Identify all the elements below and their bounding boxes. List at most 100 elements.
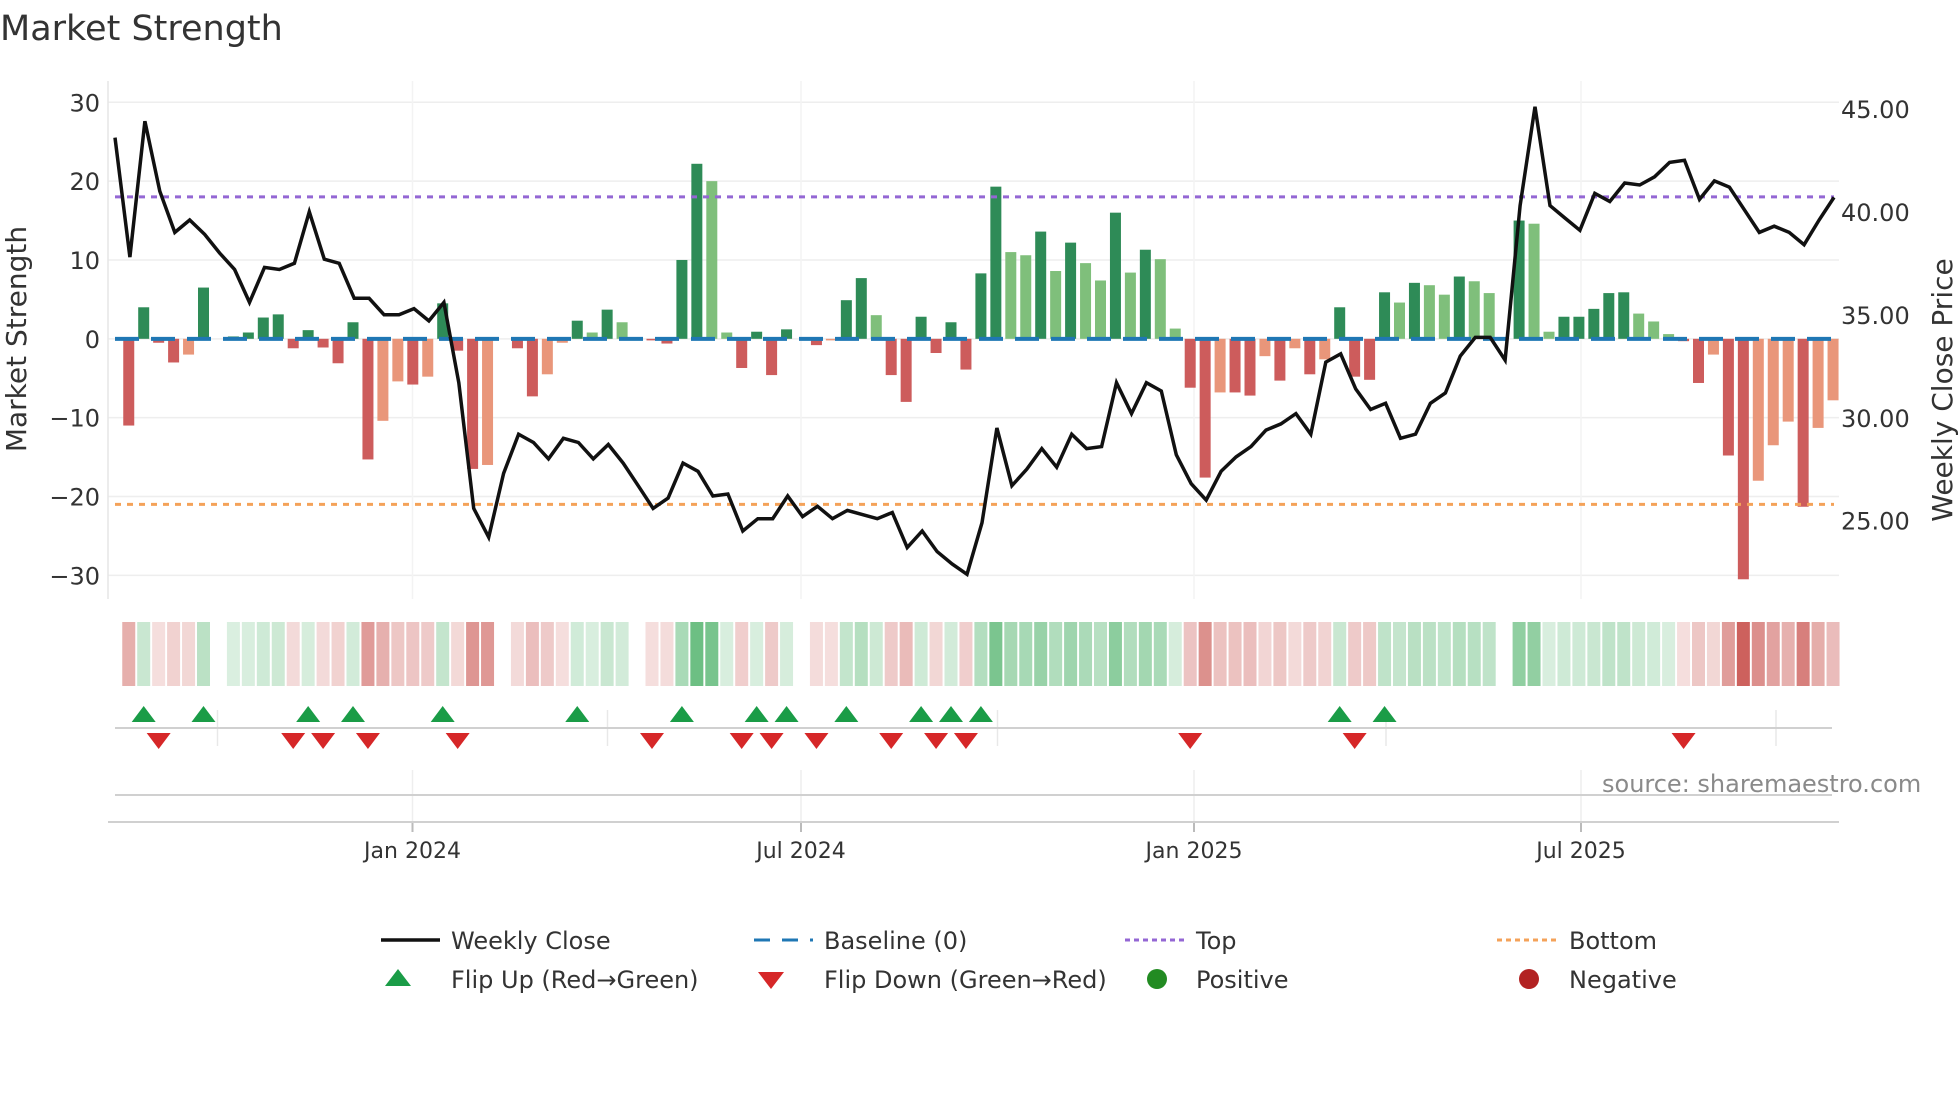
x-axis-ticks: Jan 2024 Jul 2024 Jan 2025 Jul 2025 — [362, 839, 1626, 864]
legend-positive: Positive — [1196, 966, 1289, 994]
heat-cell — [1602, 622, 1616, 686]
strength-bar — [1707, 338, 1719, 355]
strength-bar — [1244, 338, 1256, 396]
strength-bar — [855, 278, 867, 339]
strength-bar — [1782, 338, 1794, 422]
ytick-label: 0 — [85, 326, 100, 354]
flip-up-marker — [968, 706, 993, 722]
heat-cell — [1213, 622, 1227, 686]
heat-cell — [765, 622, 779, 686]
market-strength-chart: Market Strength 30 20 10 0 −10 −20 −30 4… — [0, 9, 1959, 994]
strength-bar — [1438, 294, 1450, 339]
strength-bar — [930, 338, 942, 354]
heat-cell — [1692, 622, 1705, 686]
heat-cell — [1258, 622, 1272, 686]
strength-bar — [1737, 338, 1749, 580]
heat-cell — [436, 622, 450, 686]
heat-cell — [182, 622, 196, 686]
strength-bar — [736, 338, 748, 368]
heat-cell — [1348, 622, 1362, 686]
heat-cell — [1647, 622, 1661, 686]
strength-bar — [571, 320, 583, 339]
strength-bar — [1812, 338, 1824, 428]
heat-cell — [1049, 622, 1063, 686]
strength-bar — [766, 338, 778, 376]
heat-cell — [1363, 622, 1377, 686]
heat-cell — [1826, 622, 1840, 686]
heat-cell — [1064, 622, 1078, 686]
heat-cell — [1766, 622, 1780, 686]
flip-down-marker — [804, 733, 829, 749]
heat-cell — [1527, 622, 1541, 686]
heat-cell — [540, 622, 554, 686]
heat-cell — [839, 622, 853, 686]
heat-cell — [884, 622, 898, 686]
heat-cell — [1034, 622, 1048, 686]
strength-bar — [467, 338, 479, 469]
heat-cell — [690, 622, 704, 686]
heat-cell — [301, 622, 315, 686]
heat-cell — [1138, 622, 1152, 686]
flip-down-marker — [640, 733, 664, 749]
heat-cell — [1706, 622, 1720, 686]
flip-down-marker — [879, 733, 904, 749]
flip-up-marker — [909, 706, 934, 722]
flip-up-marker — [296, 706, 321, 722]
strength-bar — [1827, 338, 1839, 401]
flip-up-icon — [385, 969, 411, 986]
strength-bar — [1005, 252, 1017, 339]
strength-bar — [1304, 338, 1316, 375]
strength-bar — [1050, 271, 1062, 339]
heat-cell — [510, 622, 524, 686]
heat-cell — [1094, 622, 1107, 686]
heat-cell — [720, 622, 734, 686]
heat-cell — [705, 622, 719, 686]
heat-cell — [780, 622, 794, 686]
flip-down-marker — [1671, 733, 1696, 749]
heat-cell — [137, 622, 151, 686]
xtick-label: Jan 2024 — [362, 839, 461, 864]
heat-cell — [600, 622, 614, 686]
heat-cell — [1004, 622, 1018, 686]
strength-bar — [1184, 338, 1196, 388]
heat-cell — [585, 622, 599, 686]
heat-cell — [122, 622, 136, 686]
y2tick-label: 45.00 — [1841, 96, 1910, 124]
flip-down-marker — [355, 733, 380, 749]
strength-bar — [422, 338, 434, 377]
heat-cell — [869, 622, 883, 686]
heat-cell — [645, 622, 659, 686]
flip-down-marker — [445, 733, 470, 749]
strength-bar — [1229, 338, 1241, 393]
strength-bar — [1767, 338, 1779, 446]
strength-bar — [407, 338, 419, 385]
strength-bar — [960, 338, 972, 370]
heat-cell — [570, 622, 584, 686]
heat-cell — [1662, 622, 1676, 686]
heat-cell — [750, 622, 764, 686]
strength-bar — [1633, 313, 1645, 339]
heat-cell — [899, 622, 913, 686]
legend: Weekly Close Baseline (0) Top Bottom Fli… — [381, 927, 1677, 994]
flip-up-marker — [669, 706, 694, 722]
heat-cell — [1407, 622, 1421, 686]
heat-cell — [1273, 622, 1287, 686]
heat-cell — [735, 622, 749, 686]
heat-cell — [346, 622, 360, 686]
strength-bar — [915, 316, 927, 339]
strength-bar — [138, 307, 150, 339]
y-axis-title: Market Strength — [0, 226, 33, 452]
xtick-label: Jan 2025 — [1144, 839, 1243, 864]
strength-bar — [392, 338, 404, 382]
xtick-label: Jul 2025 — [1534, 839, 1626, 864]
strength-bar — [945, 322, 957, 339]
strength-bar — [601, 309, 613, 339]
heat-cell — [167, 622, 181, 686]
strength-bar — [1035, 231, 1047, 339]
legend-flip-up: Flip Up (Red→Green) — [451, 966, 699, 994]
flip-down-marker — [281, 733, 306, 749]
strength-bar — [123, 338, 135, 426]
heat-cell — [1288, 622, 1302, 686]
strength-bar — [1124, 272, 1136, 339]
y2tick-label: 40.00 — [1841, 199, 1910, 227]
